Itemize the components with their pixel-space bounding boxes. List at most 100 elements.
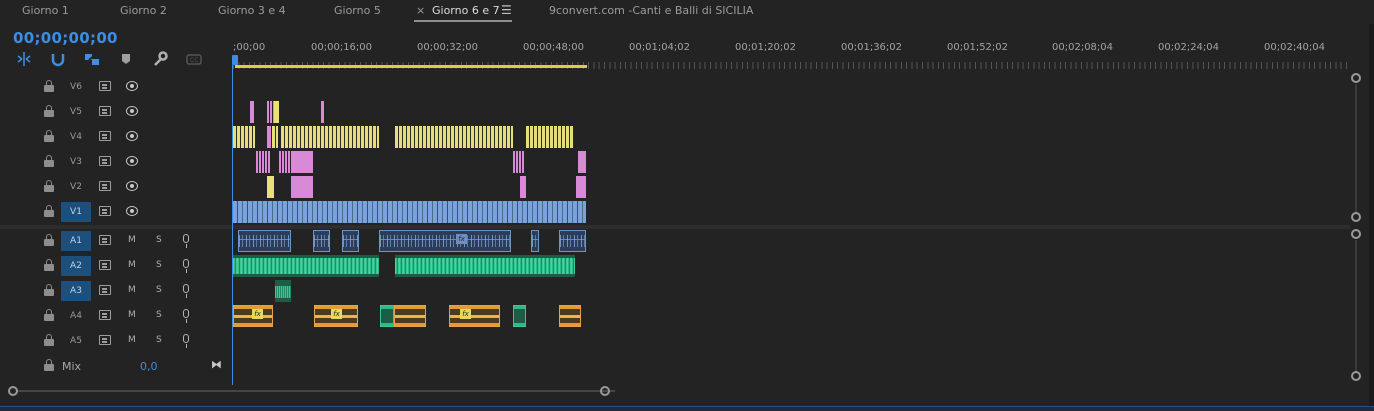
sync-lock-icon[interactable] [99, 235, 111, 245]
eye-icon[interactable] [126, 81, 138, 91]
hscroll-left-handle[interactable] [8, 386, 18, 396]
fx-badge[interactable]: fx [456, 234, 467, 244]
video-clip[interactable] [274, 101, 279, 123]
hscroll-right-handle[interactable] [600, 386, 610, 396]
lock-icon[interactable] [44, 309, 54, 321]
video-vscroll-top-handle[interactable] [1351, 73, 1361, 83]
captions-icon[interactable]: CC [186, 51, 202, 67]
sync-lock-icon[interactable] [99, 156, 111, 166]
lock-icon[interactable] [44, 284, 54, 296]
microphone-icon[interactable] [182, 234, 190, 248]
track-lane[interactable]: fx fx fx [233, 304, 1350, 328]
wrench-icon[interactable] [152, 51, 168, 67]
video-clip[interactable] [267, 126, 271, 148]
audio-clip[interactable] [394, 305, 426, 327]
audio-clip[interactable] [559, 230, 586, 252]
video-clip[interactable] [513, 151, 525, 173]
video-clip[interactable] [576, 176, 586, 198]
lock-icon[interactable] [44, 180, 54, 192]
tab-close-icon[interactable]: × [416, 4, 425, 17]
audio-clip[interactable] [233, 255, 379, 277]
audio-clip[interactable] [395, 255, 575, 277]
sync-lock-icon[interactable] [99, 106, 111, 116]
video-clip[interactable] [267, 101, 274, 123]
track-lane[interactable] [233, 329, 1350, 353]
track-label-a1[interactable]: A1 [61, 231, 91, 251]
mute-button[interactable]: M [128, 335, 136, 345]
tab-giorno-5[interactable]: Giorno 5 [334, 4, 381, 17]
microphone-icon[interactable] [182, 259, 190, 273]
solo-button[interactable]: S [156, 285, 162, 295]
lock-icon[interactable] [44, 334, 54, 346]
sync-lock-icon[interactable] [99, 181, 111, 191]
tab-giorno-6-7[interactable]: Giorno 6 e 7 [432, 4, 500, 17]
track-lane[interactable] [233, 125, 1350, 149]
audio-clip[interactable]: fx [314, 305, 358, 327]
video-clip[interactable] [321, 101, 324, 123]
track-lane[interactable] [233, 279, 1350, 303]
eye-icon[interactable] [126, 131, 138, 141]
video-clip[interactable] [526, 126, 574, 148]
sync-lock-icon[interactable] [99, 285, 111, 295]
track-label-v5[interactable]: V5 [61, 102, 91, 122]
video-clip[interactable] [233, 126, 255, 148]
solo-button[interactable]: S [156, 335, 162, 345]
add-marker-icon[interactable] [118, 51, 134, 67]
video-clip[interactable] [233, 201, 586, 223]
track-label-a3[interactable]: A3 [61, 281, 91, 301]
microphone-icon[interactable] [182, 334, 190, 348]
magnet-icon[interactable] [50, 51, 66, 67]
mute-button[interactable]: M [128, 235, 136, 245]
microphone-icon[interactable] [182, 284, 190, 298]
lock-icon[interactable] [44, 130, 54, 142]
mute-button[interactable]: M [128, 310, 136, 320]
track-label-v3[interactable]: V3 [61, 152, 91, 172]
lock-icon[interactable] [44, 234, 54, 246]
video-clip[interactable] [578, 151, 586, 173]
fx-badge[interactable]: fx [460, 309, 471, 319]
audio-vscroll-track[interactable] [1355, 240, 1357, 372]
video-clip[interactable] [291, 151, 313, 173]
sync-lock-icon[interactable] [99, 131, 111, 141]
video-clip[interactable] [256, 151, 270, 173]
audio-clip[interactable] [380, 305, 394, 327]
track-lane[interactable] [233, 254, 1350, 278]
audio-clip[interactable] [238, 230, 291, 252]
video-clip[interactable] [272, 126, 278, 148]
track-label-v1[interactable]: V1 [61, 202, 91, 222]
audio-vscroll-top-handle[interactable] [1351, 229, 1361, 239]
track-lane[interactable] [233, 150, 1350, 174]
solo-button[interactable]: S [156, 310, 162, 320]
track-label-v4[interactable]: V4 [61, 127, 91, 147]
tab-9convert[interactable]: 9convert.com -Canti e Balli di SICILIA [549, 4, 753, 17]
track-label-v2[interactable]: V2 [61, 177, 91, 197]
sync-lock-icon[interactable] [99, 310, 111, 320]
track-lane[interactable] [233, 175, 1350, 199]
video-clip[interactable] [279, 151, 290, 173]
horizontal-scrollbar[interactable] [8, 385, 1363, 397]
track-lane[interactable] [233, 75, 1350, 99]
linked-selection-icon[interactable] [84, 51, 100, 67]
tab-giorno-2[interactable]: Giorno 2 [120, 4, 167, 17]
mute-button[interactable]: M [128, 260, 136, 270]
hscroll-track[interactable] [18, 390, 615, 392]
fx-badge[interactable]: fx [252, 309, 263, 319]
tab-giorno-3-4[interactable]: Giorno 3 e 4 [218, 4, 286, 17]
sync-lock-icon[interactable] [99, 81, 111, 91]
lock-icon[interactable] [44, 259, 54, 271]
video-clip[interactable] [281, 126, 379, 148]
track-label-a4[interactable]: A4 [61, 306, 91, 326]
work-area-bar[interactable] [235, 65, 587, 68]
audio-clip[interactable] [559, 305, 581, 327]
audio-clip[interactable]: fx [379, 230, 511, 252]
audio-clip[interactable] [531, 230, 539, 252]
sync-lock-icon[interactable] [99, 260, 111, 270]
audio-vscroll-bottom-handle[interactable] [1351, 371, 1361, 381]
track-lane[interactable]: fx [233, 229, 1350, 253]
video-clip[interactable] [395, 126, 513, 148]
video-clip[interactable] [250, 101, 254, 123]
bowtie-icon[interactable]: ⧓ [211, 358, 222, 371]
track-lane[interactable] [233, 100, 1350, 124]
audio-clip[interactable] [313, 230, 330, 252]
mix-volume-value[interactable]: 0,0 [140, 360, 158, 373]
